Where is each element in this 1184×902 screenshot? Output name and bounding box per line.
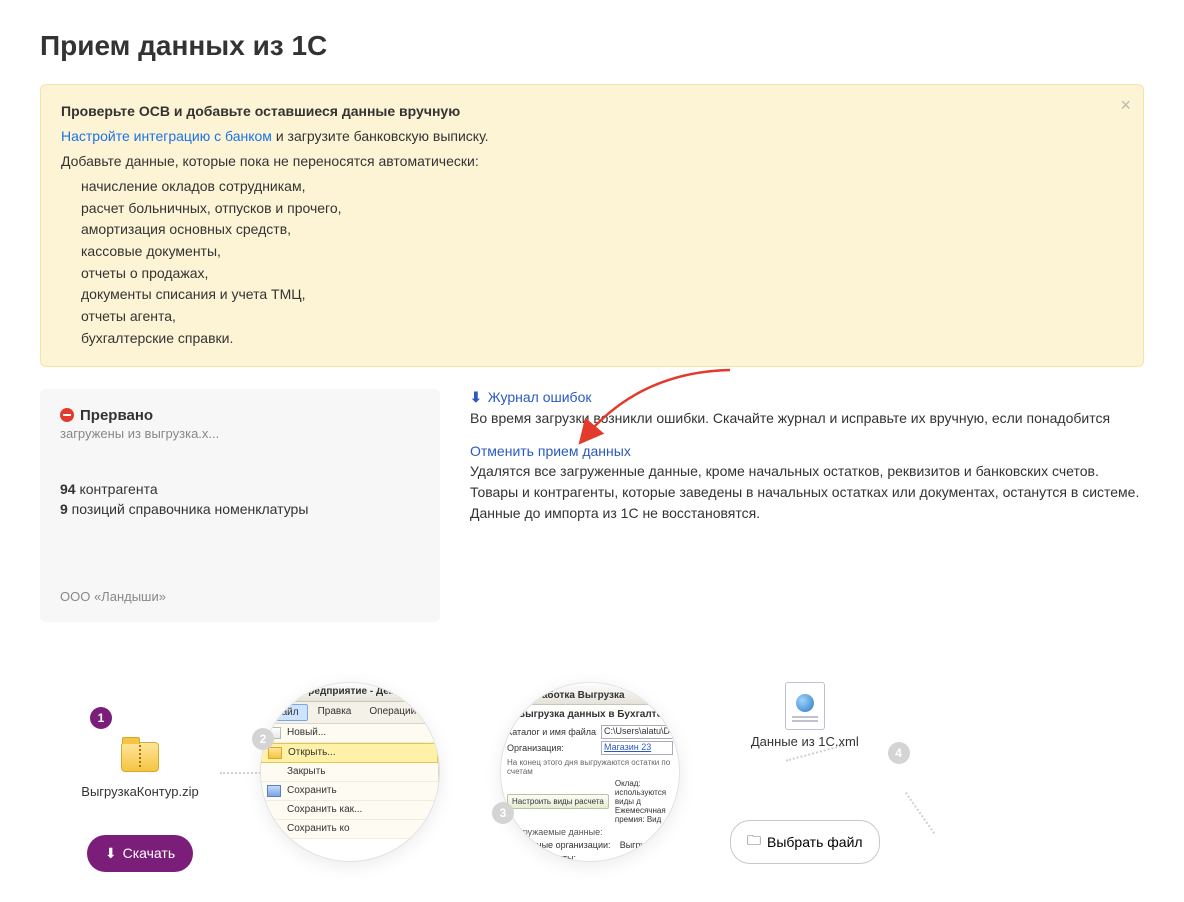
- status-panel: Прервано загружены из выгрузка.х... 94 к…: [40, 389, 440, 622]
- c2: Контрагенты:: [521, 853, 577, 862]
- download-button[interactable]: ⬇ Скачать: [87, 835, 193, 872]
- alert-box: × Проверьте ОСВ и добавьте оставшиеся да…: [40, 84, 1144, 367]
- menu-file: Файл: [265, 704, 308, 721]
- alert-list-item: расчет больничных, отпусков и прочего,: [81, 198, 1123, 220]
- status-file: загружены из выгрузка.х...: [60, 426, 230, 441]
- bank-integration-link[interactable]: Настройте интеграцию с банком: [61, 128, 272, 144]
- counterparties-label: контрагента: [76, 481, 158, 497]
- dd-open: Открыть...: [288, 747, 336, 758]
- globe-icon: [796, 694, 814, 712]
- positions-count: 9: [60, 501, 68, 517]
- download-icon: ⬇: [105, 845, 117, 862]
- alert-line2: Добавьте данные, которые пока не перенос…: [61, 151, 1123, 172]
- onec-icon: 1C: [267, 686, 281, 698]
- btn-side-text: Оклад: используются виды д Ежемесячная п…: [615, 779, 673, 824]
- blank-icon: [267, 766, 281, 778]
- check-icon: ✓: [509, 840, 517, 851]
- step-2: 2 1C1С:Предприятие - Демо Файл Правка Оп…: [260, 682, 440, 862]
- alert-list-item: начисление окладов сотрудникам,: [81, 176, 1123, 198]
- alert-title: Проверьте ОСВ и добавьте оставшиеся данн…: [61, 101, 1123, 122]
- alert-list-item: кассовые документы,: [81, 241, 1123, 263]
- win2-title: Обработка Выгрузка: [522, 690, 625, 701]
- dd-savecp: Сохранить ко: [287, 823, 350, 834]
- win2-sub: Выгрузка данных в Бухгалте: [501, 705, 679, 724]
- stats-block: 94 контрагента 9 позиций справочника ном…: [60, 481, 308, 521]
- page-title: Прием данных из 1С: [40, 30, 1144, 62]
- dotted-path: [905, 791, 935, 833]
- steps-row: 1 ВыгрузкаКонтур.zip ⬇ Скачать 2 1C 1С:Пр…: [40, 682, 1144, 872]
- alert-list-item: бухгалтерские справки.: [81, 328, 1123, 350]
- zip-filename: ВыгрузкаКонтур.zip: [81, 784, 198, 799]
- step-badge-1: 1: [90, 707, 112, 729]
- annotation-arrow: [480, 362, 740, 472]
- menu-edit: Правка: [310, 704, 360, 721]
- dd-new: Новый...: [287, 727, 326, 738]
- step-badge-4: 4: [888, 742, 910, 764]
- blank-icon: [267, 823, 281, 835]
- xml-filename: Данные из 1C.xml: [751, 734, 859, 751]
- win2-sec: Выгружаемые данные:: [501, 825, 679, 839]
- step-badge-2: 2: [252, 728, 274, 750]
- win1-title: 1С:Предприятие - Демо: [285, 686, 402, 697]
- stop-icon: [60, 408, 74, 422]
- folder-icon: 🗀: [747, 830, 761, 854]
- close-icon[interactable]: ×: [1120, 95, 1131, 116]
- c1v: Выгружение: [620, 840, 671, 850]
- zip-folder-icon: [121, 742, 159, 772]
- dd-close: Закрыть: [287, 766, 326, 777]
- screenshot-1c-menu: 1C 1С:Предприятие - Демо Файл Правка Опер…: [260, 682, 440, 862]
- alert-list-item: отчеты агента,: [81, 306, 1123, 328]
- dd-saveas: Сохранить как...: [287, 804, 362, 815]
- row2-label: Организация:: [507, 743, 597, 753]
- c2v: Выгру: [646, 853, 671, 862]
- menu-ops: Операции: [361, 704, 424, 721]
- dd-save: Сохранить: [287, 785, 337, 796]
- step-3: 3 Обработка Выгрузка Выгрузка данных в Б…: [500, 682, 680, 862]
- row1-label: Каталог и имя файла:: [507, 727, 597, 737]
- screenshot-1c-export: Обработка Выгрузка Выгрузка данных в Бух…: [500, 682, 680, 862]
- blank-icon: [267, 804, 281, 816]
- proc-icon: [507, 686, 519, 698]
- c1: Данные организации:: [521, 840, 611, 850]
- btn-configure: Настроить виды расчета: [507, 794, 609, 809]
- row1-value: C:\Users\alatu\Desktop\df.x: [601, 725, 673, 739]
- check-icon: ✓: [509, 853, 517, 862]
- alert-list: начисление окладов сотрудникам, расчет б…: [61, 176, 1123, 350]
- positions-label: позиций справочника номенклатуры: [68, 501, 309, 517]
- counterparties-count: 94: [60, 481, 76, 497]
- status-label: Прервано: [80, 407, 153, 424]
- choose-file-button[interactable]: 🗀 Выбрать файл: [730, 820, 880, 864]
- row2-value: Магазин 23: [601, 741, 673, 755]
- alert-list-item: отчеты о продажах,: [81, 263, 1123, 285]
- alert-list-item: амортизация основных средств,: [81, 219, 1123, 241]
- alert-after-link: и загрузите банковскую выписку.: [272, 128, 489, 144]
- download-button-label: Скачать: [123, 845, 176, 861]
- save-icon: [267, 785, 281, 797]
- open-folder-icon: [268, 747, 282, 759]
- alert-line: Настройте интеграцию с банком и загрузит…: [61, 126, 1123, 147]
- company-name: ООО «Ландыши»: [60, 589, 420, 604]
- alert-list-item: документы списания и учета ТМЦ,: [81, 284, 1123, 306]
- xml-file-icon: [785, 682, 825, 730]
- win2-note: На конец этого дня выгружаются остатки п…: [501, 756, 679, 778]
- step-badge-3: 3: [492, 802, 514, 824]
- step-1: 1 ВыгрузкаКонтур.zip ⬇ Скачать: [40, 682, 240, 872]
